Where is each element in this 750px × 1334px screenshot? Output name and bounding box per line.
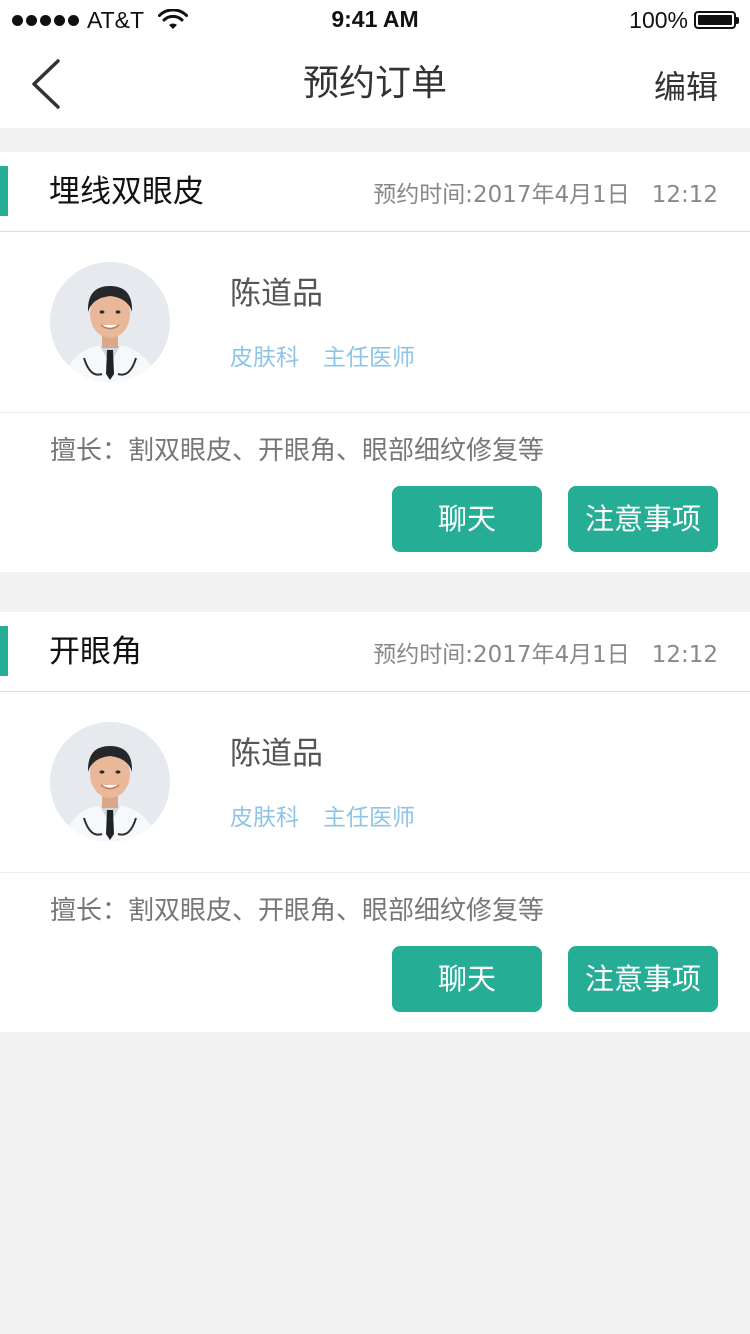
order-card: 开眼角 预约时间:2017年4月1日 12:12 陈道品 皮肤科 主任医师 擅长…: [0, 612, 750, 1032]
wifi-icon: [158, 9, 189, 29]
appointment-time: 预约时间:2017年4月1日 12:12: [373, 642, 718, 668]
order-card: 埋线双眼皮 预约时间:2017年4月1日 12:12 陈道品 皮肤科 主任医师 …: [0, 152, 750, 572]
service-title: 埋线双眼皮: [49, 174, 204, 210]
status-left: AT&T: [12, 6, 189, 34]
edit-button[interactable]: 编辑: [654, 40, 718, 128]
doctor-title: 主任医师: [323, 805, 415, 831]
status-bar: AT&T 9:41 AM 100%: [0, 0, 750, 40]
accent-bar: [0, 166, 8, 216]
navigation-bar: 预约订单 编辑: [0, 40, 750, 128]
doctor-specialty: 擅长：割双眼皮、开眼角、眼部细纹修复等: [50, 436, 545, 466]
doctor-portrait-icon: [50, 262, 170, 382]
doctor-name: 陈道品: [230, 736, 323, 772]
doctor-info[interactable]: 陈道品 皮肤科 主任医师: [0, 692, 750, 873]
accent-bar: [0, 626, 8, 676]
doctor-specialty: 擅长：割双眼皮、开眼角、眼部细纹修复等: [50, 896, 545, 926]
order-header: 埋线双眼皮 预约时间:2017年4月1日 12:12: [0, 152, 750, 232]
doctor-avatar: [50, 722, 170, 842]
doctor-title: 主任医师: [323, 345, 415, 371]
doctor-avatar: [50, 262, 170, 382]
doctor-portrait-icon: [50, 722, 170, 842]
battery-icon: [694, 11, 739, 29]
notes-button[interactable]: 注意事项: [568, 946, 718, 1012]
carrier-label: AT&T: [87, 6, 145, 33]
back-button[interactable]: [24, 58, 72, 110]
doctor-tags: 皮肤科 主任医师: [230, 338, 415, 372]
signal-strength-icon: [12, 14, 79, 26]
page-title: 预约订单: [302, 63, 447, 104]
battery-percentage: 100%: [629, 6, 688, 33]
doctor-department: 皮肤科: [230, 345, 299, 371]
appointment-time: 预约时间:2017年4月1日 12:12: [373, 182, 718, 208]
chat-button[interactable]: 聊天: [392, 486, 542, 552]
service-title: 开眼角: [49, 634, 142, 670]
order-header: 开眼角 预约时间:2017年4月1日 12:12: [0, 612, 750, 692]
doctor-name: 陈道品: [230, 276, 323, 312]
doctor-info[interactable]: 陈道品 皮肤科 主任医师: [0, 232, 750, 413]
doctor-tags: 皮肤科 主任医师: [230, 798, 415, 832]
doctor-department: 皮肤科: [230, 805, 299, 831]
chevron-left-icon: [32, 59, 60, 109]
status-right: 100%: [629, 6, 739, 34]
notes-button[interactable]: 注意事项: [568, 486, 718, 552]
chat-button[interactable]: 聊天: [392, 946, 542, 1012]
